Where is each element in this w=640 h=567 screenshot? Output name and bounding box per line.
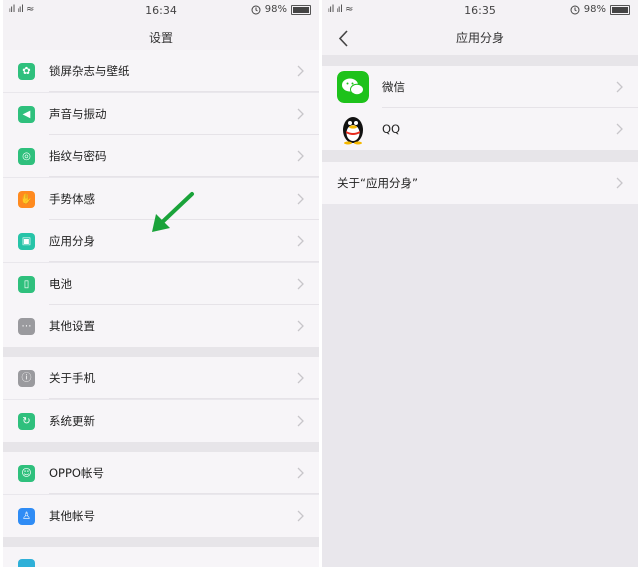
wechat-icon xyxy=(337,71,369,103)
settings-item-2[interactable]: ◎ 指纹与密码 xyxy=(3,135,319,177)
settings-item-label: 应用分身 xyxy=(49,234,95,248)
section-divider xyxy=(322,150,638,162)
about-label: 关于“应用分身” xyxy=(337,176,418,190)
settings-item-0[interactable]: ⓘ 关于手机 xyxy=(3,357,319,399)
back-icon[interactable] xyxy=(332,22,356,55)
chevron-right-icon xyxy=(297,150,304,162)
update-icon: ↻ xyxy=(18,412,35,430)
battery-icon xyxy=(291,4,311,15)
chevron-right-icon xyxy=(297,108,304,119)
app-clone-icon: ▣ xyxy=(18,233,35,250)
account-icon: ♙ xyxy=(18,507,35,525)
about-app-clone[interactable]: 关于“应用分身” xyxy=(322,162,638,204)
section-divider xyxy=(322,55,638,66)
fingerprint-icon: ◎ xyxy=(18,148,35,165)
settings-item-label: 电池 xyxy=(49,276,72,291)
chevron-right-icon xyxy=(297,372,304,384)
settings-item-label: OPPO帐号 xyxy=(49,466,104,480)
settings-item-5[interactable]: ▯ 电池 xyxy=(3,262,319,305)
settings-item-label: 指纹与密码 xyxy=(49,149,107,163)
chevron-right-icon xyxy=(297,235,304,247)
status-bar: ᵢıl ᵢıl ≈ 16:34 98% xyxy=(3,0,319,22)
list-item-partial[interactable] xyxy=(3,547,319,567)
more-icon: ⋯ xyxy=(18,318,35,335)
battery-percent: 98% xyxy=(264,4,287,15)
chevron-right-icon xyxy=(297,510,304,521)
battery-icon: ▯ xyxy=(18,275,35,293)
page-title: 应用分身 xyxy=(455,31,504,45)
settings-item-label: 手势体感 xyxy=(49,191,95,206)
settings-screen: ᵢıl ᵢıl ≈ 16:34 98% 设置 ✿ 锁屏杂志与壁纸 ◀ 声音与振动 ◎ 指纹… xyxy=(3,0,319,567)
status-bar: ᵢıl ᵢıl ≈ 16:35 98% xyxy=(322,0,638,22)
app-item-qq[interactable]: QQ xyxy=(322,108,638,150)
flower-icon: ✿ xyxy=(18,63,35,80)
settings-item-label: 声音与振动 xyxy=(49,106,107,121)
chevron-right-icon xyxy=(616,123,623,135)
settings-item-1[interactable]: ◀ 声音与振动 xyxy=(3,92,319,135)
settings-item-6[interactable]: ⋯ 其他设置 xyxy=(3,305,319,347)
battery-percent: 98% xyxy=(583,4,606,15)
info-icon: ⓘ xyxy=(18,370,35,387)
settings-item-label: 系统更新 xyxy=(49,413,95,428)
page-title-bar: 应用分身 xyxy=(322,22,638,55)
clock-icon xyxy=(570,5,580,14)
section-divider xyxy=(3,347,319,357)
partial-icon xyxy=(18,559,35,567)
settings-item-0[interactable]: ☺ OPPO帐号 xyxy=(3,452,319,494)
settings-item-label: 其他帐号 xyxy=(49,508,95,523)
chevron-right-icon xyxy=(297,65,304,77)
battery-icon xyxy=(610,4,630,15)
chevron-right-icon xyxy=(297,193,304,204)
clock-icon xyxy=(251,5,261,14)
app-clone-screen: ᵢıl ᵢıl ≈ 16:35 98% 应用分身 微信 QQ 关于“应用分身” xyxy=(322,0,638,567)
settings-item-label: 其他设置 xyxy=(49,319,95,333)
speaker-icon: ◀ xyxy=(18,105,35,123)
chevron-right-icon xyxy=(297,415,304,426)
chevron-right-icon xyxy=(616,81,623,93)
chevron-right-icon xyxy=(297,278,304,289)
app-label-qq: QQ xyxy=(382,122,401,136)
settings-item-label: 锁屏杂志与壁纸 xyxy=(49,64,130,78)
person-icon: ☺ xyxy=(18,465,35,482)
chevron-right-icon xyxy=(297,467,304,479)
app-label-wechat: 微信 xyxy=(382,80,405,94)
qq-penguin-icon xyxy=(343,117,363,145)
app-item-wechat[interactable]: 微信 xyxy=(322,66,638,108)
pointer-arrow-icon xyxy=(152,192,194,232)
settings-item-1[interactable]: ♙ 其他帐号 xyxy=(3,494,319,537)
section-divider xyxy=(3,537,319,547)
settings-item-label: 关于手机 xyxy=(49,371,95,385)
chevron-right-icon xyxy=(616,177,623,189)
settings-item-1[interactable]: ↻ 系统更新 xyxy=(3,399,319,442)
settings-item-0[interactable]: ✿ 锁屏杂志与壁纸 xyxy=(3,50,319,92)
section-divider xyxy=(3,442,319,452)
hand-icon: ✋ xyxy=(18,190,35,208)
chevron-right-icon xyxy=(297,320,304,332)
